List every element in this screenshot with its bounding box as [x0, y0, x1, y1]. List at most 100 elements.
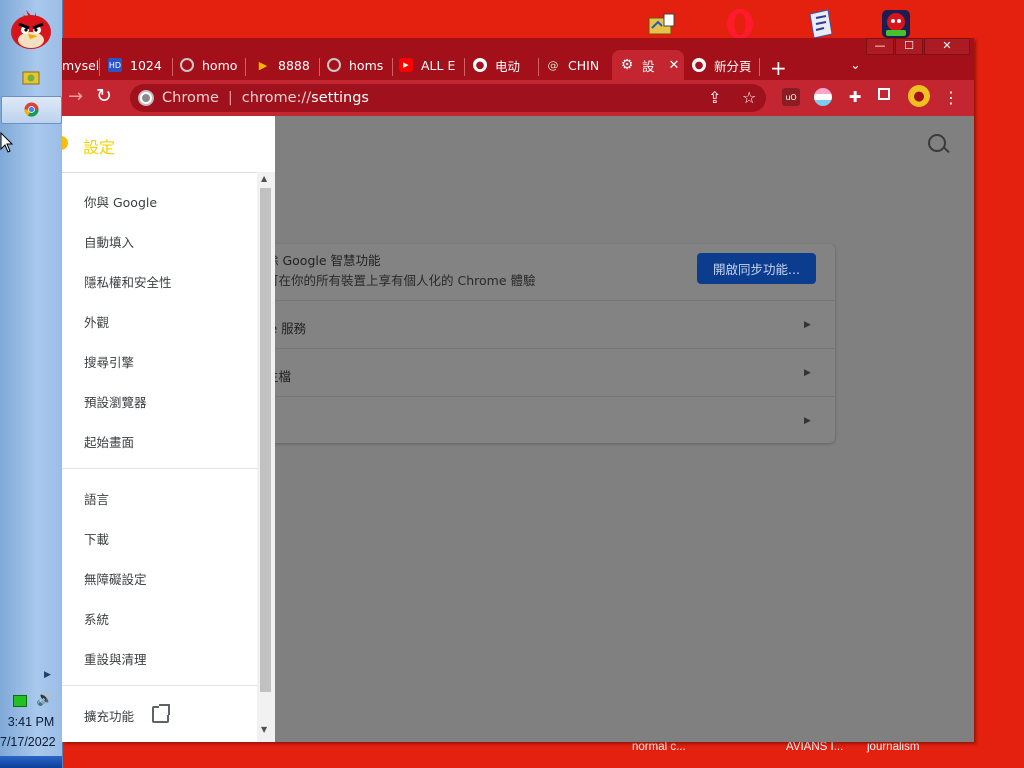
open-in-new-icon[interactable]	[152, 704, 170, 723]
taskbar-chrome-button[interactable]	[1, 96, 62, 124]
sync-description: 可在你的所有裝置上享有個人化的 Chrome 體驗	[266, 273, 536, 288]
forward-button[interactable]: →	[68, 86, 83, 107]
globe-icon: ●	[692, 58, 706, 72]
tab-2[interactable]: HD 1024	[108, 50, 166, 80]
tab-4[interactable]: ▶ 8888	[256, 50, 312, 80]
close-tab-icon[interactable]: ✕	[669, 58, 680, 73]
new-tab-button[interactable]: +	[770, 56, 787, 80]
globe-icon	[180, 58, 194, 72]
import-row[interactable]	[266, 414, 766, 430]
clock-time[interactable]: 3:41 PM	[0, 715, 62, 729]
scroll-up-arrow-icon[interactable]: ▲	[261, 174, 267, 183]
bookmark-star-icon[interactable]: ☆	[742, 88, 756, 107]
volume-icon[interactable]: 🔊	[36, 691, 53, 707]
globe-icon: ●	[473, 58, 487, 72]
card-divider	[182, 348, 835, 349]
tab-strip: mysel HD 1024 homo ▶ 8888 homs ▶ ALL E ●…	[62, 46, 974, 80]
tab-label: mysel	[62, 57, 98, 73]
tab-separator	[99, 58, 100, 76]
mouse-cursor-icon	[0, 132, 14, 153]
nav-downloads[interactable]: 下載	[84, 529, 109, 548]
tab-1[interactable]: mysel	[62, 50, 98, 80]
extensions-puzzle-icon[interactable]: ✚	[846, 88, 864, 106]
tab-separator	[172, 58, 173, 76]
chrome-menu-icon[interactable]: ⋮	[942, 88, 960, 107]
nav-languages[interactable]: 語言	[84, 489, 109, 508]
tab-label: 8888	[278, 57, 310, 73]
gear-icon: ⚙	[620, 57, 634, 73]
nav-search-engine[interactable]: 搜尋引擎	[84, 352, 134, 371]
turn-on-sync-button[interactable]: 開啟同步功能...	[697, 253, 816, 284]
tab-3[interactable]: homo	[180, 50, 238, 80]
chevron-right-icon: ▶	[804, 416, 811, 426]
tab-label: 1024	[130, 57, 162, 73]
nav-you-and-google[interactable]: 你與 Google	[84, 192, 157, 211]
tab-5[interactable]: homs	[327, 50, 385, 80]
tab-search-chevron-icon[interactable]: ⌄	[850, 58, 861, 73]
desktop-label-1[interactable]: normal c...	[632, 741, 686, 753]
tab-separator	[319, 58, 320, 76]
tab-label: 設	[642, 58, 655, 74]
folder-icon[interactable]	[20, 66, 42, 88]
desktop-app-icon-3[interactable]	[804, 8, 836, 40]
address-bar[interactable]: Chrome | chrome:// settings ⇪ ☆	[130, 84, 766, 112]
taskbar-bottom-bar	[0, 756, 62, 768]
side-panel-icon[interactable]	[878, 88, 890, 100]
nav-divider	[62, 685, 257, 686]
share-icon[interactable]: ⇪	[708, 88, 721, 107]
nav-system[interactable]: 系統	[84, 609, 109, 628]
nav-default-browser[interactable]: 預設瀏覽器	[84, 392, 147, 411]
network-icon[interactable]	[13, 695, 27, 707]
drawer-title: 設定	[83, 138, 116, 157]
nav-accessibility[interactable]: 無障礙設定	[84, 569, 147, 588]
avatar[interactable]: ●	[908, 85, 930, 107]
drawer-scrollbar[interactable]: ▲ ▼	[257, 172, 275, 742]
reload-button[interactable]: ↻	[96, 85, 112, 107]
tab-8[interactable]: @ CHIN	[546, 50, 604, 80]
settings-page: 除 Google 智慧功能 可在你的所有裝置上享有個人化的 Chrome 體驗 …	[62, 116, 974, 742]
bookmark-icon: ▶	[258, 58, 268, 72]
site-label: Chrome	[162, 90, 219, 106]
nav-extensions[interactable]: 擴充功能	[84, 706, 134, 725]
tab-label: ALL E	[421, 57, 456, 73]
angry-bird-start-icon[interactable]	[8, 6, 54, 50]
nav-on-startup[interactable]: 起始畫面	[84, 432, 134, 451]
angry-birds-space-icon[interactable]	[880, 8, 912, 40]
desktop-label-3[interactable]: journalism	[867, 741, 919, 753]
tab-separator	[464, 58, 465, 76]
nav-privacy[interactable]: 隱私權和安全性	[84, 272, 172, 291]
chrome-site-icon[interactable]	[138, 90, 154, 106]
tab-10[interactable]: ● 新分頁	[692, 50, 754, 80]
youtube-icon: ▶	[399, 58, 413, 72]
tab-7[interactable]: ● 电动	[473, 50, 531, 80]
settings-nav-drawer: 設定 你與 Google 自動填入 隱私權和安全性 外觀 搜尋引擎 預設瀏覽器 …	[62, 116, 275, 742]
settings-logo-icon	[62, 136, 68, 150]
card-divider	[182, 396, 835, 397]
nav-reset[interactable]: 重設與清理	[84, 649, 147, 668]
drawer-header: 設定	[62, 116, 275, 173]
tab-settings-active[interactable]: ⚙ 設 ✕	[612, 50, 684, 80]
spiral-icon: @	[547, 58, 559, 72]
tab-separator	[759, 58, 760, 76]
url-scheme: chrome://	[241, 90, 312, 106]
tab-6[interactable]: ▶ ALL E	[399, 50, 457, 80]
nav-autofill[interactable]: 自動填入	[84, 232, 134, 251]
opera-icon[interactable]	[724, 8, 756, 40]
card-divider	[182, 300, 835, 301]
desktop-label-2[interactable]: AVIANS I...	[786, 741, 843, 753]
search-icon[interactable]	[928, 134, 946, 152]
extension-flag-icon[interactable]	[814, 88, 832, 106]
nav-appearance[interactable]: 外觀	[84, 312, 109, 331]
clock-date[interactable]: 7/17/2022	[0, 735, 62, 749]
scroll-down-arrow-icon[interactable]: ▼	[261, 725, 267, 734]
desktop-app-icon-1[interactable]	[646, 8, 678, 40]
tab-separator	[245, 58, 246, 76]
url-path: settings	[311, 90, 369, 106]
tab-separator	[392, 58, 393, 76]
chevron-right-icon: ▶	[804, 368, 811, 378]
ublock-icon[interactable]: uO	[782, 88, 800, 106]
nav-divider	[62, 468, 257, 469]
scrollbar-thumb[interactable]	[260, 188, 271, 692]
tab-label: 新分頁	[714, 58, 752, 74]
tray-expand-icon[interactable]: ▶	[44, 670, 51, 680]
